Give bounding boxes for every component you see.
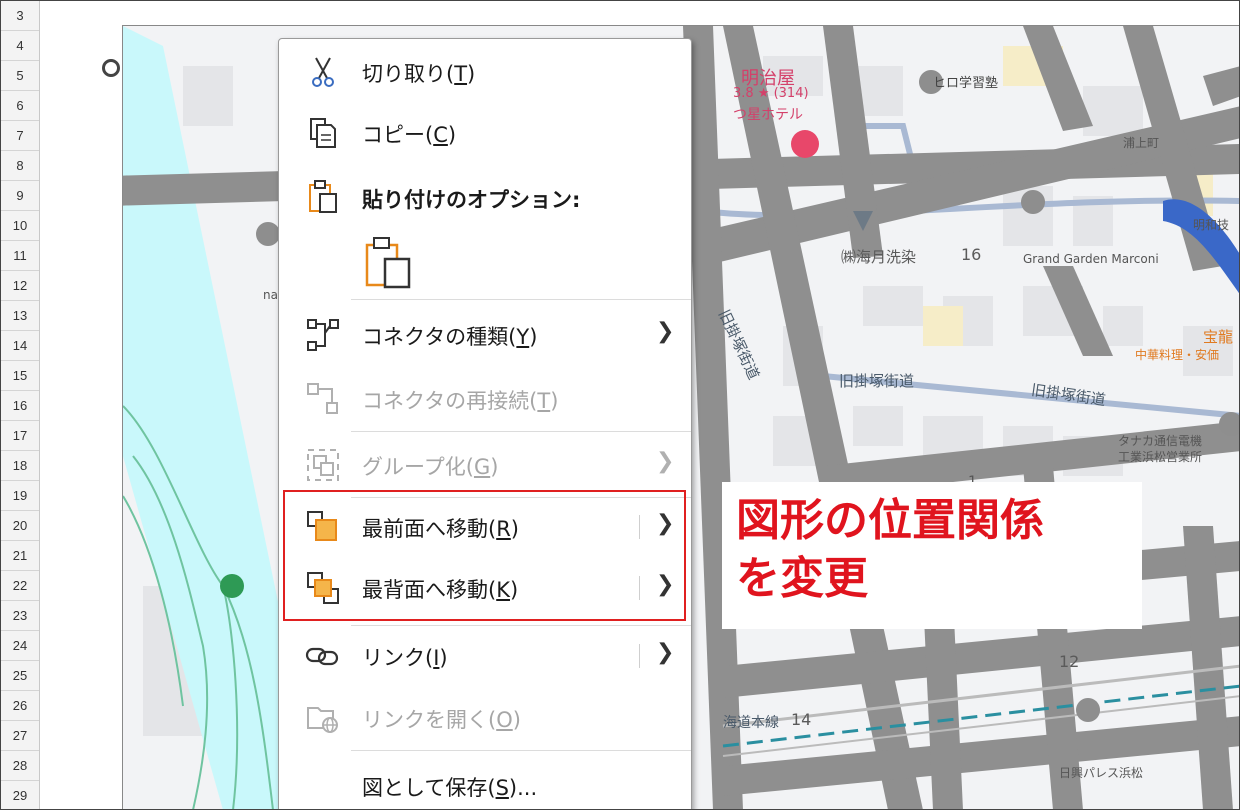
map-label-nichiei: 日興パレス浜松 (1059, 766, 1144, 780)
menu-label-open-link: リンクを開く(O) (362, 708, 521, 732)
row-header[interactable]: 20 (1, 511, 39, 541)
map-label-shrine: 浦上町 (1123, 136, 1160, 150)
callout-line-1: 図形の位置関係 (736, 495, 1044, 546)
paste-clipboard-icon[interactable] (363, 235, 413, 289)
row-header[interactable]: 14 (1, 331, 39, 361)
menu-separator (351, 750, 691, 751)
group-icon (307, 449, 339, 481)
map-label-grand: Grand Garden Marconi (1023, 252, 1159, 266)
scissors-icon (312, 57, 334, 87)
clipboard-icon (309, 180, 337, 213)
chevron-right-icon: ❯ (656, 319, 675, 344)
menu-label-cut: 切り取り(T) (362, 62, 476, 86)
row-header[interactable]: 21 (1, 541, 39, 571)
row-header[interactable]: 13 (1, 301, 39, 331)
menu-label-copy: コピー(C) (362, 123, 457, 147)
chevron-right-icon: ❯ (656, 449, 675, 474)
menu-item-save-as-picture[interactable]: 図として保存(S)... (279, 758, 691, 809)
annotation-callout: 図形の位置関係 を変更 (722, 482, 1142, 629)
row-header[interactable]: 4 (1, 31, 39, 61)
row-header[interactable]: 11 (1, 241, 39, 271)
link-icon (305, 647, 339, 666)
row-header[interactable]: 7 (1, 121, 39, 151)
row-header[interactable]: 15 (1, 361, 39, 391)
context-menu: 切り取り(T) コピー(C) 貼り付けのオプション: コネクタの種類(Y) ❯ … (278, 38, 692, 809)
row-header[interactable]: 26 (1, 691, 39, 721)
shape-rotation-handle[interactable] (102, 59, 120, 77)
menu-item-link[interactable]: リンク(I) ❯ (279, 628, 691, 684)
map-label-wako: 明和技 (1193, 218, 1230, 232)
row-header[interactable]: 17 (1, 421, 39, 451)
menu-item-open-link: リンクを開く(O) (279, 690, 691, 746)
menu-item-cut[interactable]: 切り取り(T) (279, 44, 691, 100)
row-header[interactable]: 22 (1, 571, 39, 601)
map-label-tanaka-1: タナカ通信電機 (1118, 434, 1203, 448)
map-label-chuka: 中華料理・安価 (1135, 348, 1220, 362)
row-header[interactable]: 24 (1, 631, 39, 661)
row-header[interactable]: 10 (1, 211, 39, 241)
excel-window: 3 4 5 6 7 8 9 10 11 12 13 14 15 16 17 18… (0, 0, 1240, 810)
row-header[interactable]: 6 (1, 91, 39, 121)
menu-separator (351, 431, 691, 432)
menu-separator (351, 625, 691, 626)
folder-globe-icon (307, 707, 338, 733)
callout-text: 図形の位置関係 を変更 (736, 492, 1136, 608)
split-divider (639, 644, 640, 668)
menu-label-save-as-picture: 図として保存(S)... (362, 776, 538, 800)
map-label-umitsuki: ㈱海月洗染 (841, 248, 917, 266)
menu-item-group: グループ化(G) ❯ (279, 437, 691, 493)
row-header[interactable]: 12 (1, 271, 39, 301)
menu-label-reconnect: コネクタの再接続(T) (362, 389, 559, 413)
row-header[interactable]: 29 (1, 781, 39, 809)
menu-label-group: グループ化(G) (362, 455, 499, 479)
map-label-kyukake-2: 旧掛塚街道 (839, 372, 915, 390)
connector-icon (307, 319, 339, 351)
row-header[interactable]: 27 (1, 721, 39, 751)
copy-icon (310, 118, 336, 148)
map-label-takara: 宝龍 (1203, 328, 1234, 346)
row-header[interactable]: 5 (1, 61, 39, 91)
map-label-tokaido: 海道本線 (723, 715, 779, 731)
menu-item-paste-options: 貼り付けのオプション: (279, 170, 691, 226)
map-label-hotel: つ星ホテル (733, 107, 803, 123)
map-label-hiro: ヒロ学習塾 (933, 76, 999, 91)
menu-label-link: リンク(I) (362, 646, 448, 670)
row-header[interactable]: 16 (1, 391, 39, 421)
menu-separator (351, 299, 691, 300)
menu-item-copy[interactable]: コピー(C) (279, 105, 691, 161)
map-label-tanaka-2: 工業浜松営業所 (1118, 450, 1203, 464)
menu-item-reconnect: コネクタの再接続(T) (279, 371, 691, 427)
menu-item-connector-type[interactable]: コネクタの種類(Y) ❯ (279, 307, 691, 363)
row-headers: 3 4 5 6 7 8 9 10 11 12 13 14 15 16 17 18… (1, 1, 40, 809)
row-header[interactable]: 25 (1, 661, 39, 691)
row-header[interactable]: 23 (1, 601, 39, 631)
reconnect-icon (307, 383, 338, 414)
row-header[interactable]: 3 (1, 1, 39, 31)
row-header[interactable]: 19 (1, 481, 39, 511)
map-label-12: 12 (1059, 652, 1080, 671)
callout-line-2: を変更 (736, 553, 868, 604)
map-label-rating: 3.8 ★ (314) (733, 86, 809, 101)
row-header[interactable]: 9 (1, 181, 39, 211)
map-label-14: 14 (791, 710, 812, 729)
highlight-box (283, 490, 686, 621)
menu-label-paste-options: 貼り付けのオプション: (362, 188, 581, 212)
row-header[interactable]: 18 (1, 451, 39, 481)
chevron-right-icon[interactable]: ❯ (656, 640, 674, 665)
row-header[interactable]: 28 (1, 751, 39, 781)
menu-label-connector-type: コネクタの種類(Y) (362, 325, 538, 349)
map-label-16: 16 (961, 245, 982, 264)
row-header[interactable]: 8 (1, 151, 39, 181)
